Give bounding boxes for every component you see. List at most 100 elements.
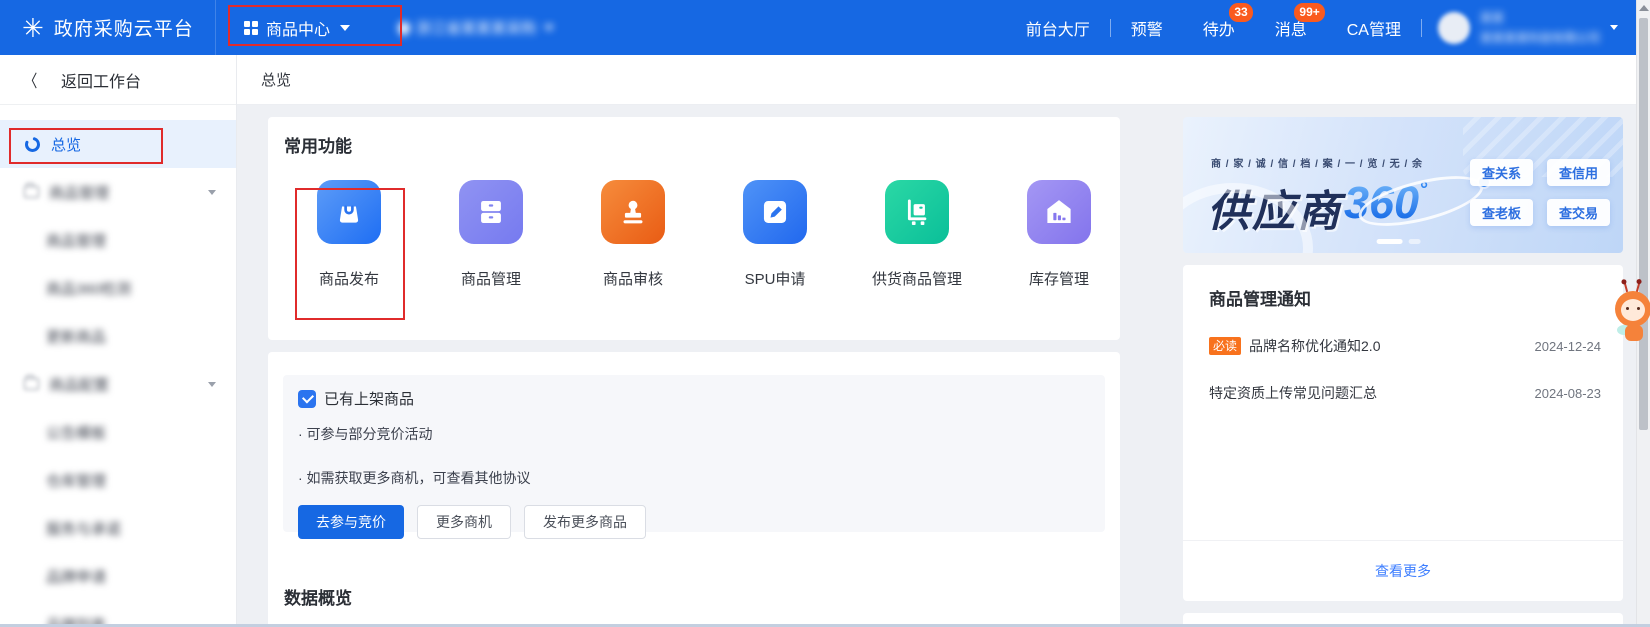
nav-separator [1421,19,1422,37]
user-info-blurred[interactable]: 某某 某某某某科技有限公司 [1480,9,1600,46]
nav-message-label: 消息 [1275,22,1307,39]
notice-item-title: 特定资质上传常见问题汇总 [1209,383,1377,403]
notice-item[interactable]: 必读 品牌名称优化通知2.0 2024-12-24 [1209,335,1601,357]
info-title: 已有上架商品 [324,388,414,409]
notice-title: 商品管理通知 [1209,285,1311,310]
sidebar-item-blurred[interactable]: 品牌申请 [0,552,236,600]
check-transactions-button[interactable]: 查交易 [1547,199,1610,226]
info-line-1: · 可参与部分竞价活动 [298,424,1090,444]
sidebar-item-blurred[interactable]: 更新商品 [0,312,236,360]
sidebar-item-blurred[interactable]: 商品管理 [0,216,236,264]
shopping-bag-icon [317,180,381,244]
group-1-label-blurred: 商品管理 [49,182,109,203]
nav-message[interactable]: 消息 99+ [1255,16,1327,40]
hand-truck-icon [885,180,949,244]
nav-front-hall[interactable]: 前台大厅 [1006,16,1110,40]
function-product-publish[interactable]: 商品发布 [278,180,420,289]
sidebar-group-2[interactable]: 商品配置 [0,360,236,408]
warehouse-chart-icon [1027,180,1091,244]
function-label: 商品审核 [603,268,663,289]
function-label: 库存管理 [1029,268,1089,289]
app-menu-label: 商品中心 [266,16,330,40]
sidebar-item-blurred[interactable]: 服务与承诺 [0,504,236,552]
banner-title: 供应商 360 ° [1207,177,1427,239]
nav-todo-label: 待办 [1203,22,1235,39]
app-menu-product-center[interactable]: 商品中心 [234,10,360,46]
region-selector-blurred[interactable]: 浙江省某某某采购 [398,17,554,38]
location-pin-icon [396,19,413,36]
must-read-badge: 必读 [1209,337,1241,355]
check-badge-icon [298,390,316,408]
join-bidding-button[interactable]: 去参与竞价 [298,505,404,539]
platform-logo-icon: ✳ [22,15,44,41]
function-inventory-manage[interactable]: 库存管理 [988,180,1130,289]
item-label-blurred: 品牌申请 [46,566,106,587]
carousel-dot[interactable] [1409,239,1421,244]
user-name: 某某 [1480,9,1600,26]
banner-buttons: 查关系 查信用 查老板 查交易 [1470,159,1610,226]
more-opportunities-button[interactable]: 更多商机 [417,505,511,539]
top-header: ✳ 政府采购云平台 商品中心 浙江省某某某采购 前台大厅 预警 待办 33 消息… [0,0,1636,55]
function-label: 商品发布 [319,268,379,289]
scrollbar-thumb[interactable] [1639,18,1648,430]
function-grid: 商品发布 商品管理 商品审核 [278,180,1130,289]
sidebar-group-1[interactable]: 商品管理 [0,168,236,216]
region-label: 浙江省某某某采购 [416,17,536,38]
product-notice-panel: 商品管理通知 必读 品牌名称优化通知2.0 2024-12-24 特定资质上传常… [1183,265,1623,601]
breadcrumb-bar: 总览 [237,55,1636,105]
sidebar-item-overview[interactable]: 总览 [0,120,236,168]
notice-item-date: 2024-12-24 [1535,339,1602,354]
mascot-eye [1637,307,1640,310]
folder-icon [24,186,39,198]
back-to-workspace[interactable]: 〈 返回工作台 [0,55,236,105]
item-label-blurred: 商品管理 [46,230,106,251]
todo-count-badge: 33 [1229,3,1252,22]
sidebar-item-blurred[interactable]: 公告模板 [0,408,236,456]
sidebar-item-blurred[interactable]: 商品360检测 [0,264,236,312]
function-spu-apply[interactable]: SPU申请 [704,180,846,289]
brand: ✳ 政府采购云平台 [0,14,215,41]
user-avatar[interactable] [1438,12,1470,44]
check-credit-button[interactable]: 查信用 [1547,159,1610,186]
function-product-manage[interactable]: 商品管理 [420,180,562,289]
item-label-blurred: 公告模板 [46,422,106,443]
grid-icon [244,21,258,35]
brand-title: 政府采购云平台 [54,14,194,41]
function-supply-product-manage[interactable]: 供货商品管理 [846,180,988,289]
nav-todo[interactable]: 待办 33 [1183,16,1255,40]
nav-warning[interactable]: 预警 [1111,16,1183,40]
scroll-up-arrow-icon[interactable] [1639,5,1649,11]
carousel-dot-active[interactable] [1377,239,1403,244]
back-label: 返回工作台 [61,68,141,92]
item-label-blurred: 仓库管理 [46,470,106,491]
check-boss-button[interactable]: 查老板 [1470,199,1533,226]
sidebar-item-blurred[interactable]: 品牌列表 [0,600,236,627]
nav-ca-management[interactable]: CA管理 [1327,16,1421,40]
sidebar-item-blurred[interactable]: 仓库管理 [0,456,236,504]
carousel-indicator[interactable] [1377,239,1421,244]
user-menu-caret-icon[interactable] [1610,25,1618,30]
item-label-blurred: 服务与承诺 [46,518,121,539]
chevron-down-icon [544,25,554,31]
overview-donut-icon [24,136,41,153]
info-line-2: · 如需获取更多商机，可查看其他协议 [298,468,1090,488]
collapse-caret-icon [208,190,216,195]
supplier-360-banner[interactable]: 商 / 家 / 诚 / 信 / 档 / 案 / 一 / 览 / 无 / 余 供应… [1183,117,1623,253]
mascot-eye [1626,307,1629,310]
data-overview-title: 数据概览 [284,584,352,609]
group-2-label-blurred: 商品配置 [49,374,109,395]
message-count-badge: 99+ [1294,3,1324,22]
banner-tagline: 商 / 家 / 诚 / 信 / 档 / 案 / 一 / 览 / 无 / 余 [1211,155,1423,170]
publish-more-products-button[interactable]: 发布更多商品 [524,505,646,539]
collapse-caret-icon [208,382,216,387]
notice-item[interactable]: 特定资质上传常见问题汇总 2024-08-23 [1209,382,1601,404]
assistant-mascot[interactable] [1613,283,1650,345]
view-more-link[interactable]: 查看更多 [1375,561,1431,581]
check-relations-button[interactable]: 查关系 [1470,159,1533,186]
common-functions-title: 常用功能 [284,132,352,157]
function-product-review[interactable]: 商品审核 [562,180,704,289]
sidebar: 〈 返回工作台 总览 商品管理 商品管理 商品360检测 更新商品 商品配置 公… [0,55,237,627]
function-label: 商品管理 [461,268,521,289]
cabinet-icon [459,180,523,244]
breadcrumb: 总览 [261,69,291,90]
